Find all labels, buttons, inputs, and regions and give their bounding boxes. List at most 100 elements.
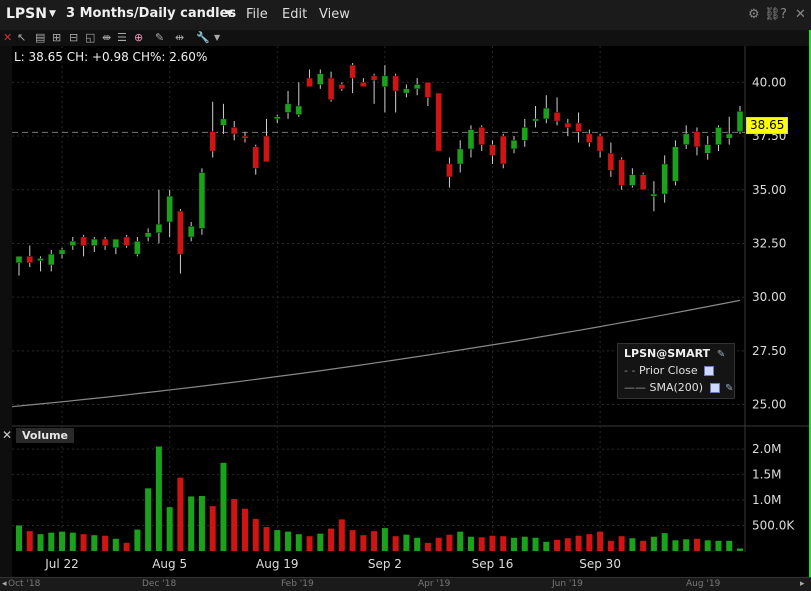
volume-bar [403,534,410,551]
solid-line-icon: —— [624,381,646,394]
close-volume-icon[interactable]: ✕ [2,428,12,442]
link-icon[interactable]: ⛓ [764,7,781,22]
ohlc-readout: L: 38.65 CH: +0.98 CH%: 2.60% [14,50,208,64]
volume-bar [188,496,195,551]
candle-body [327,77,335,100]
candle-body [510,140,518,150]
crosshair-icon[interactable]: ⊕ [134,31,143,44]
chart-legend: LPSN@SMART ✎ - - Prior Close —— SMA(200)… [617,343,735,399]
split-icon[interactable]: ⇼ [102,31,111,44]
volume-bar [198,495,205,551]
draw-icon[interactable]: ✎ [155,31,164,44]
volume-bar [155,446,162,551]
volume-bar [661,533,668,551]
candle-body [575,122,582,133]
candle-body [241,135,249,139]
candle-body [618,159,625,186]
candle-body [392,75,399,92]
tools-icon[interactable]: 🔧 [196,31,210,44]
candle-body [15,256,23,264]
candle-body [370,75,378,81]
volume-panel-header: ✕ Volume [0,427,745,444]
period-selector[interactable]: 3 Months/Daily candles [66,6,236,21]
zoom-out-icon[interactable]: ⊟ [69,31,78,44]
volume-bar [446,534,453,551]
candle-body [704,144,711,154]
candle-body [715,127,722,145]
price-volume-chart[interactable]: 25.0027.5030.0032.5035.0037.5040.00500.0… [0,46,809,577]
candle-body [672,146,679,182]
overview-timeline[interactable]: Oct '18 Dec '18 Feb '19 Apr '19 Jun '19 … [0,577,811,591]
candle-body [274,116,281,120]
candle-body [123,236,130,246]
volume-bar [424,542,431,551]
bar-type-icon[interactable]: ▤ [35,31,45,44]
candle-body [446,163,453,178]
menu-file[interactable]: File [246,7,268,22]
scroll-left-icon[interactable]: ◂ [2,579,7,589]
zoom-in-icon[interactable]: ⊞ [52,31,61,44]
volume-bar [349,530,356,551]
dropdown-icon[interactable]: ▼ [214,33,220,42]
close-icon[interactable]: ✕ [3,31,12,44]
volume-bar [478,537,485,551]
volume-bar [306,536,313,551]
candle-body [360,82,367,87]
volume-bar [586,534,593,551]
candle-body [198,172,206,229]
candle-body [543,107,550,120]
gear-icon[interactable]: ⚙ [748,7,760,22]
menu-edit[interactable]: Edit [282,7,307,22]
timeline-label: Jun '19 [552,579,583,589]
candle-body [166,195,173,223]
volume-bar [360,535,367,551]
candle-body [177,210,184,255]
volume-bar [715,540,722,551]
candle-body [489,144,496,156]
volume-bar [521,536,528,551]
close-icon[interactable]: ✕ [795,7,806,22]
volume-bar [704,540,711,551]
price-tick-label: 35.00 [752,183,786,197]
candle-body [435,92,442,152]
menu-view[interactable]: View [319,7,350,22]
symbol-dropdown-icon[interactable]: ▼ [49,9,56,19]
annotation-icon[interactable]: ◱ [85,31,95,44]
candle-body [69,241,77,246]
timeline-label: Dec '18 [142,579,177,589]
volume-bar [381,528,388,551]
volume-bar [102,535,109,551]
period-dropdown-icon[interactable]: ▼ [226,9,233,19]
candle-body [134,241,141,255]
candle-body [187,226,195,238]
list-icon[interactable]: ☰ [117,31,127,44]
cursor-icon[interactable]: ↖ [17,31,26,44]
volume-bar [457,531,464,551]
candle-body [553,112,561,122]
candle-body [413,84,421,90]
symbol-label[interactable]: LPSN [6,6,47,22]
help-icon[interactable]: ? [780,7,787,22]
volume-tick-label: 1.5M [752,468,781,482]
volume-bar [414,537,421,551]
candle-body [295,105,303,115]
legend-sma: SMA(200) [649,381,704,394]
volume-bar [650,536,657,551]
date-tick-label: Jul 22 [44,557,79,571]
prior-close-checkbox[interactable] [704,366,715,376]
volume-bar [564,538,571,551]
candle-body [48,253,55,266]
expand-icon[interactable]: ⇹ [175,31,184,44]
date-tick-label: Sep 16 [472,557,514,571]
candle-body [736,111,744,133]
scroll-right-icon[interactable]: ▸ [800,579,805,589]
candle-body [456,148,464,165]
volume-bar [575,535,582,551]
volume-bar [737,548,743,551]
wrench-icon[interactable]: ✎ [717,349,725,360]
volume-bar [37,534,44,551]
volume-bar [59,531,66,551]
volume-bar [435,537,442,551]
sma-checkbox[interactable] [709,383,720,393]
wrench-icon[interactable]: ✎ [725,383,733,394]
